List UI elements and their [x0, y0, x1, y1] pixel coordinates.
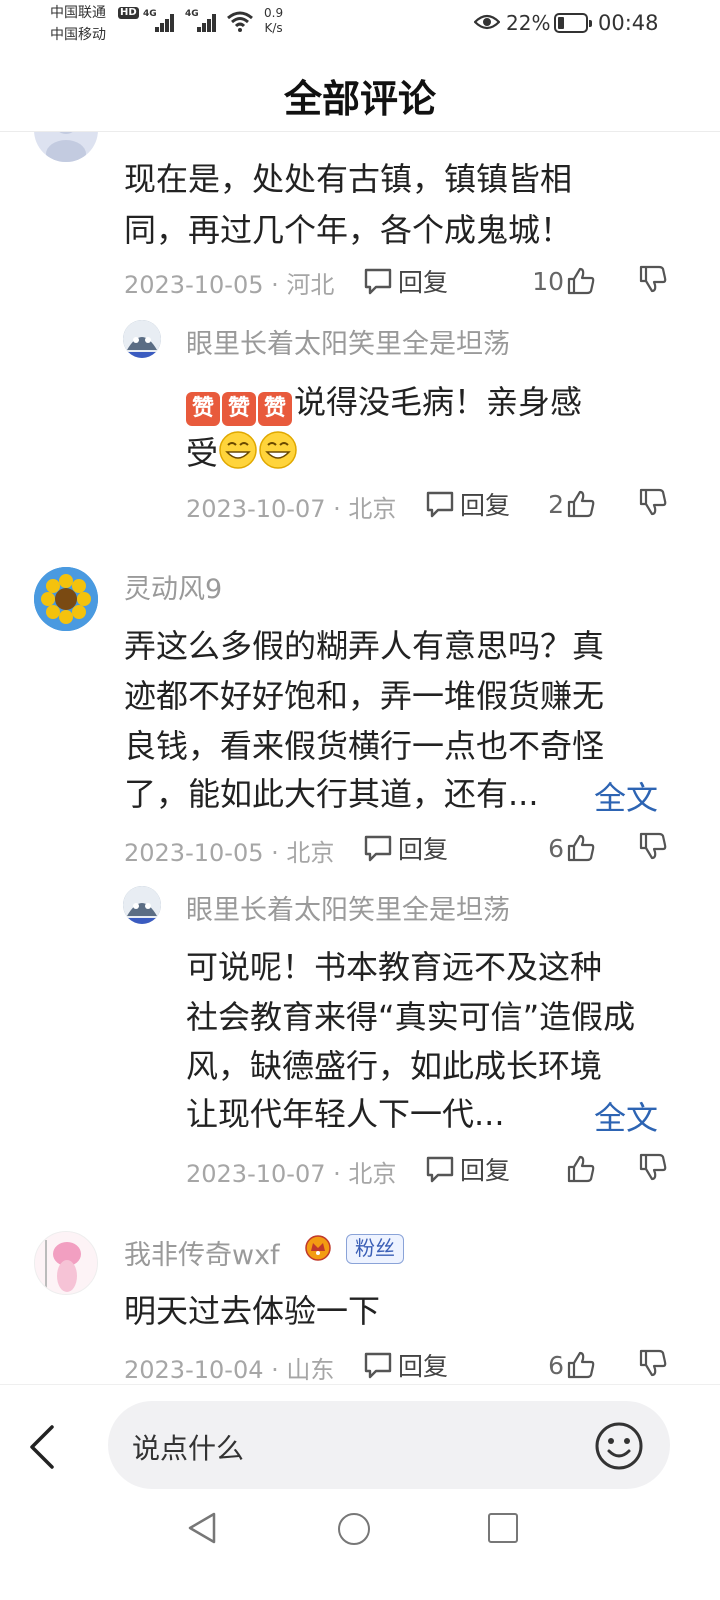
comment-input-placeholder: 说点什么: [132, 1432, 245, 1465]
nav-home-icon[interactable]: [338, 1513, 370, 1545]
nav-recent-apps-icon[interactable]: [488, 1513, 518, 1543]
comment-input[interactable]: 说点什么: [108, 1401, 670, 1489]
thumbs-up-icon: [567, 267, 595, 295]
reply-button[interactable]: 回复: [362, 831, 448, 865]
reply-label: 回复: [398, 268, 449, 297]
thumbs-down-icon: [639, 265, 667, 293]
like-count: 6: [548, 833, 564, 863]
thumbs-up-icon: [567, 490, 595, 518]
zan-emoji-icon: 赞: [222, 392, 256, 426]
comment-date-location: 2023-10-05 · 北京: [124, 839, 335, 867]
level-badge-icon: [305, 1235, 331, 1261]
thumbs-down-icon: [639, 832, 667, 860]
speech-bubble-icon: [426, 491, 454, 518]
reply-username[interactable]: 眼里长着太阳笑里全是坦荡: [186, 322, 510, 361]
reply-label: 回复: [398, 835, 449, 864]
reply-button[interactable]: 回复: [424, 1152, 510, 1186]
comment-date-location: 2023-10-05 · 河北: [124, 271, 335, 299]
speech-bubble-icon: [364, 1352, 392, 1379]
dislike-button[interactable]: [638, 831, 672, 865]
reply-username[interactable]: 眼里长着太阳笑里全是坦荡: [186, 888, 510, 927]
avatar[interactable]: [34, 567, 98, 631]
comment-text: 现在是，处处有古镇，镇镇皆相: [124, 160, 573, 198]
speech-bubble-icon: [364, 835, 392, 862]
like-count: 2: [548, 489, 564, 519]
thumbs-up-icon: [567, 1155, 595, 1183]
comment-text: 明天过去体验一下: [124, 1292, 381, 1330]
reply-text: 受: [186, 430, 298, 474]
reply-text-segment: 说得没毛病！亲身感: [294, 383, 583, 421]
nav-back-icon[interactable]: [186, 1511, 218, 1545]
reply-text: 风，缺德盛行，如此成长环境: [186, 1047, 603, 1085]
zan-emoji-icon: 赞: [186, 392, 220, 426]
speech-bubble-icon: [364, 268, 392, 295]
fan-badge: 粉丝: [346, 1234, 404, 1264]
dislike-button[interactable]: [638, 487, 672, 521]
reply-text: 让现代年轻人下一代...: [186, 1095, 505, 1133]
smiley-face-icon[interactable]: [594, 1421, 644, 1471]
comment-text: 弄这么多假的糊弄人有意思吗？真: [124, 627, 605, 665]
comment-text: 同，再过几个年，各个成鬼城！: [124, 211, 573, 249]
like-button[interactable]: 6: [520, 1348, 596, 1382]
reply-label: 回复: [460, 1156, 511, 1185]
like-button[interactable]: 2: [520, 487, 596, 521]
thumbs-down-icon: [639, 1349, 667, 1377]
comment-username[interactable]: 灵动风9: [124, 567, 222, 606]
comment-text: 良钱，看来假货横行一点也不奇怪: [124, 727, 605, 765]
dislike-button[interactable]: [638, 1348, 672, 1382]
reply-text: 赞赞赞说得没毛病！亲身感: [186, 381, 582, 426]
like-count: 10: [532, 266, 564, 296]
comment-username[interactable]: 我非传奇wxf: [124, 1233, 280, 1272]
grin-emoji-icon: [219, 431, 257, 469]
reply-date-location: 2023-10-07 · 北京: [186, 1160, 397, 1188]
reply-avatar[interactable]: [123, 886, 161, 924]
reply-text: 社会教育来得“真实可信”造假成: [186, 998, 636, 1036]
zan-emoji-icon: 赞: [258, 392, 292, 426]
chevron-left-icon[interactable]: [24, 1423, 60, 1471]
expand-full-text-link[interactable]: 全文: [594, 1093, 658, 1139]
comment-text: 了，能如此大行其道，还有...: [124, 775, 539, 813]
thumbs-down-icon: [639, 1153, 667, 1181]
reply-text: 可说呢！书本教育远不及这种: [186, 948, 603, 986]
like-button[interactable]: 6: [520, 831, 596, 865]
reply-button[interactable]: 回复: [424, 487, 510, 521]
comment-input-bar: 说点什么: [0, 1384, 720, 1600]
dislike-button[interactable]: [638, 264, 672, 298]
dislike-button[interactable]: [638, 1152, 672, 1186]
speech-bubble-icon: [426, 1156, 454, 1183]
comment-text: 迹都不好好饱和，弄一堆假货赚无: [124, 677, 605, 715]
comment-list[interactable]: 现在是，处处有古镇，镇镇皆相 同，再过几个年，各个成鬼城！ 2023-10-05…: [0, 0, 720, 1600]
comment-date-location: 2023-10-04 · 山东: [124, 1356, 335, 1384]
page-title: 全部评论: [283, 77, 436, 121]
avatar[interactable]: [34, 1231, 98, 1295]
like-count: 6: [548, 1350, 564, 1380]
like-button[interactable]: [520, 1152, 596, 1186]
expand-full-text-link[interactable]: 全文: [594, 773, 658, 819]
reply-avatar[interactable]: [123, 320, 161, 358]
thumbs-up-icon: [567, 1351, 595, 1379]
like-button[interactable]: 10: [520, 264, 596, 298]
reply-label: 回复: [460, 491, 511, 520]
page-header: 全部评论: [0, 48, 720, 132]
reply-date-location: 2023-10-07 · 北京: [186, 495, 397, 523]
reply-label: 回复: [398, 1352, 449, 1381]
thumbs-down-icon: [639, 488, 667, 516]
reply-button[interactable]: 回复: [362, 1348, 448, 1382]
reply-text-segment: 受: [186, 434, 219, 472]
grin-emoji-icon: [259, 431, 297, 469]
thumbs-up-icon: [567, 834, 595, 862]
reply-button[interactable]: 回复: [362, 264, 448, 298]
